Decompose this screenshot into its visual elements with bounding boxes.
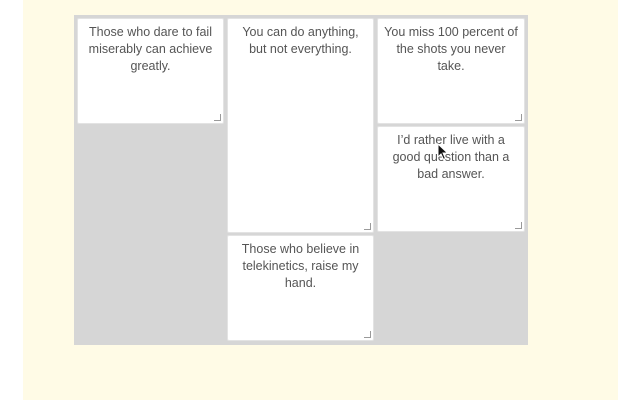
note-telekinetics[interactable]: Those who believe in telekinetics, raise… <box>227 235 374 341</box>
resize-grip-icon[interactable] <box>364 223 371 230</box>
note-text[interactable]: You can do anything, but not everything. <box>234 24 367 58</box>
note-dare-to-fail[interactable]: Those who dare to fail miserably can ach… <box>77 18 224 124</box>
note-text[interactable]: Those who dare to fail miserably can ach… <box>84 24 217 75</box>
note-text[interactable]: Those who believe in telekinetics, raise… <box>234 241 367 292</box>
mouse-pointer-icon <box>437 143 449 161</box>
note-text[interactable]: You miss 100 percent of the shots you ne… <box>384 24 518 75</box>
resize-grip-icon[interactable] <box>515 222 522 229</box>
resize-grip-icon[interactable] <box>515 114 522 121</box>
note-text[interactable]: I’d rather live with a good question tha… <box>384 132 518 183</box>
resize-grip-icon[interactable] <box>214 114 221 121</box>
resize-grip-icon[interactable] <box>364 331 371 338</box>
note-good-question[interactable]: I’d rather live with a good question tha… <box>377 126 525 232</box>
note-miss-100-percent[interactable]: You miss 100 percent of the shots you ne… <box>377 18 525 124</box>
note-do-anything[interactable]: You can do anything, but not everything. <box>227 18 374 233</box>
